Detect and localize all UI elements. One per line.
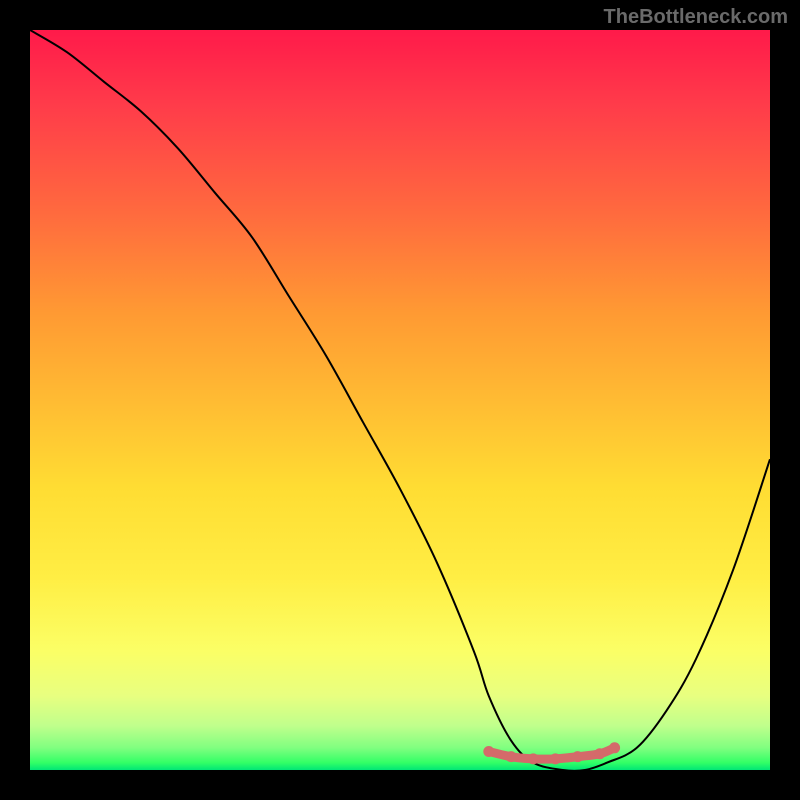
- chart-plot-area: [30, 30, 770, 770]
- marker-dot: [528, 753, 539, 764]
- marker-dot: [506, 751, 517, 762]
- marker-dot: [609, 742, 620, 753]
- chart-svg: [30, 30, 770, 770]
- marker-dot: [483, 746, 494, 757]
- bottleneck-curve: [30, 30, 770, 770]
- marker-dot: [572, 751, 583, 762]
- marker-dot: [594, 748, 605, 759]
- watermark-text: TheBottleneck.com: [604, 6, 788, 29]
- marker-dot: [550, 753, 561, 764]
